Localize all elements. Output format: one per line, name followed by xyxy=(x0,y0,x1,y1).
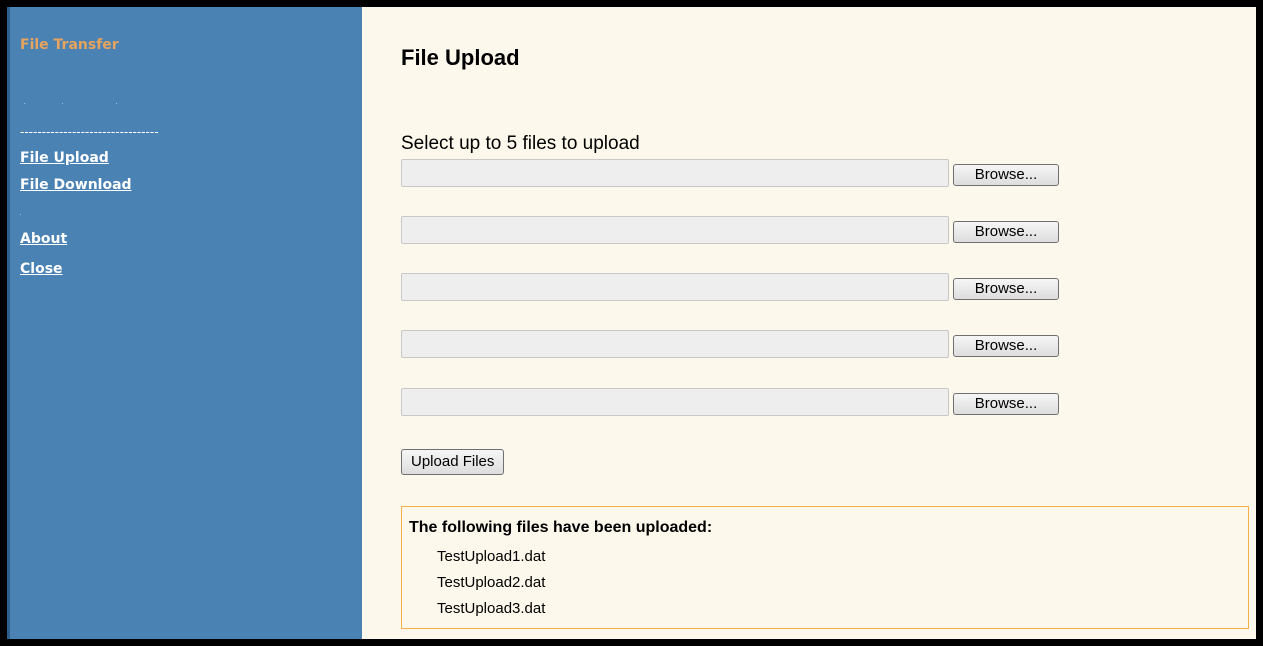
sidebar-separator: -------------------------------- xyxy=(20,124,159,139)
upload-instructions: Select up to 5 files to upload xyxy=(401,133,640,154)
browse-button[interactable]: Browse... xyxy=(953,335,1059,357)
browse-button[interactable]: Browse... xyxy=(953,164,1059,186)
nav-close[interactable]: Close xyxy=(20,261,63,277)
decorative-dots xyxy=(20,103,120,107)
browse-button[interactable]: Browse... xyxy=(953,221,1059,243)
file-path-field[interactable] xyxy=(401,330,949,358)
file-path-field[interactable] xyxy=(401,273,949,301)
nav-file-upload[interactable]: File Upload xyxy=(20,150,109,166)
decorative-dot xyxy=(20,214,21,215)
uploaded-file-item: TestUpload3.dat xyxy=(437,600,546,617)
app-window: File Transfer --------------------------… xyxy=(7,7,1256,639)
sidebar: File Transfer --------------------------… xyxy=(7,7,362,639)
upload-files-button[interactable]: Upload Files xyxy=(401,449,505,475)
page-title: File Upload xyxy=(401,45,520,70)
browse-button[interactable]: Browse... xyxy=(953,278,1059,300)
nav-about[interactable]: About xyxy=(20,231,67,247)
file-path-field[interactable] xyxy=(401,388,949,416)
nav-file-download[interactable]: File Download xyxy=(20,177,132,193)
uploaded-file-item: TestUpload2.dat xyxy=(437,574,546,591)
file-path-field[interactable] xyxy=(401,216,949,244)
file-path-field[interactable] xyxy=(401,159,949,187)
main-content: File Upload Select up to 5 files to uplo… xyxy=(362,7,1256,639)
upload-results-panel: The following files have been uploaded: … xyxy=(401,506,1249,629)
app-brand: File Transfer xyxy=(20,37,119,53)
results-heading: The following files have been uploaded: xyxy=(409,519,713,536)
browse-button[interactable]: Browse... xyxy=(953,393,1059,415)
uploaded-file-item: TestUpload1.dat xyxy=(437,548,546,565)
